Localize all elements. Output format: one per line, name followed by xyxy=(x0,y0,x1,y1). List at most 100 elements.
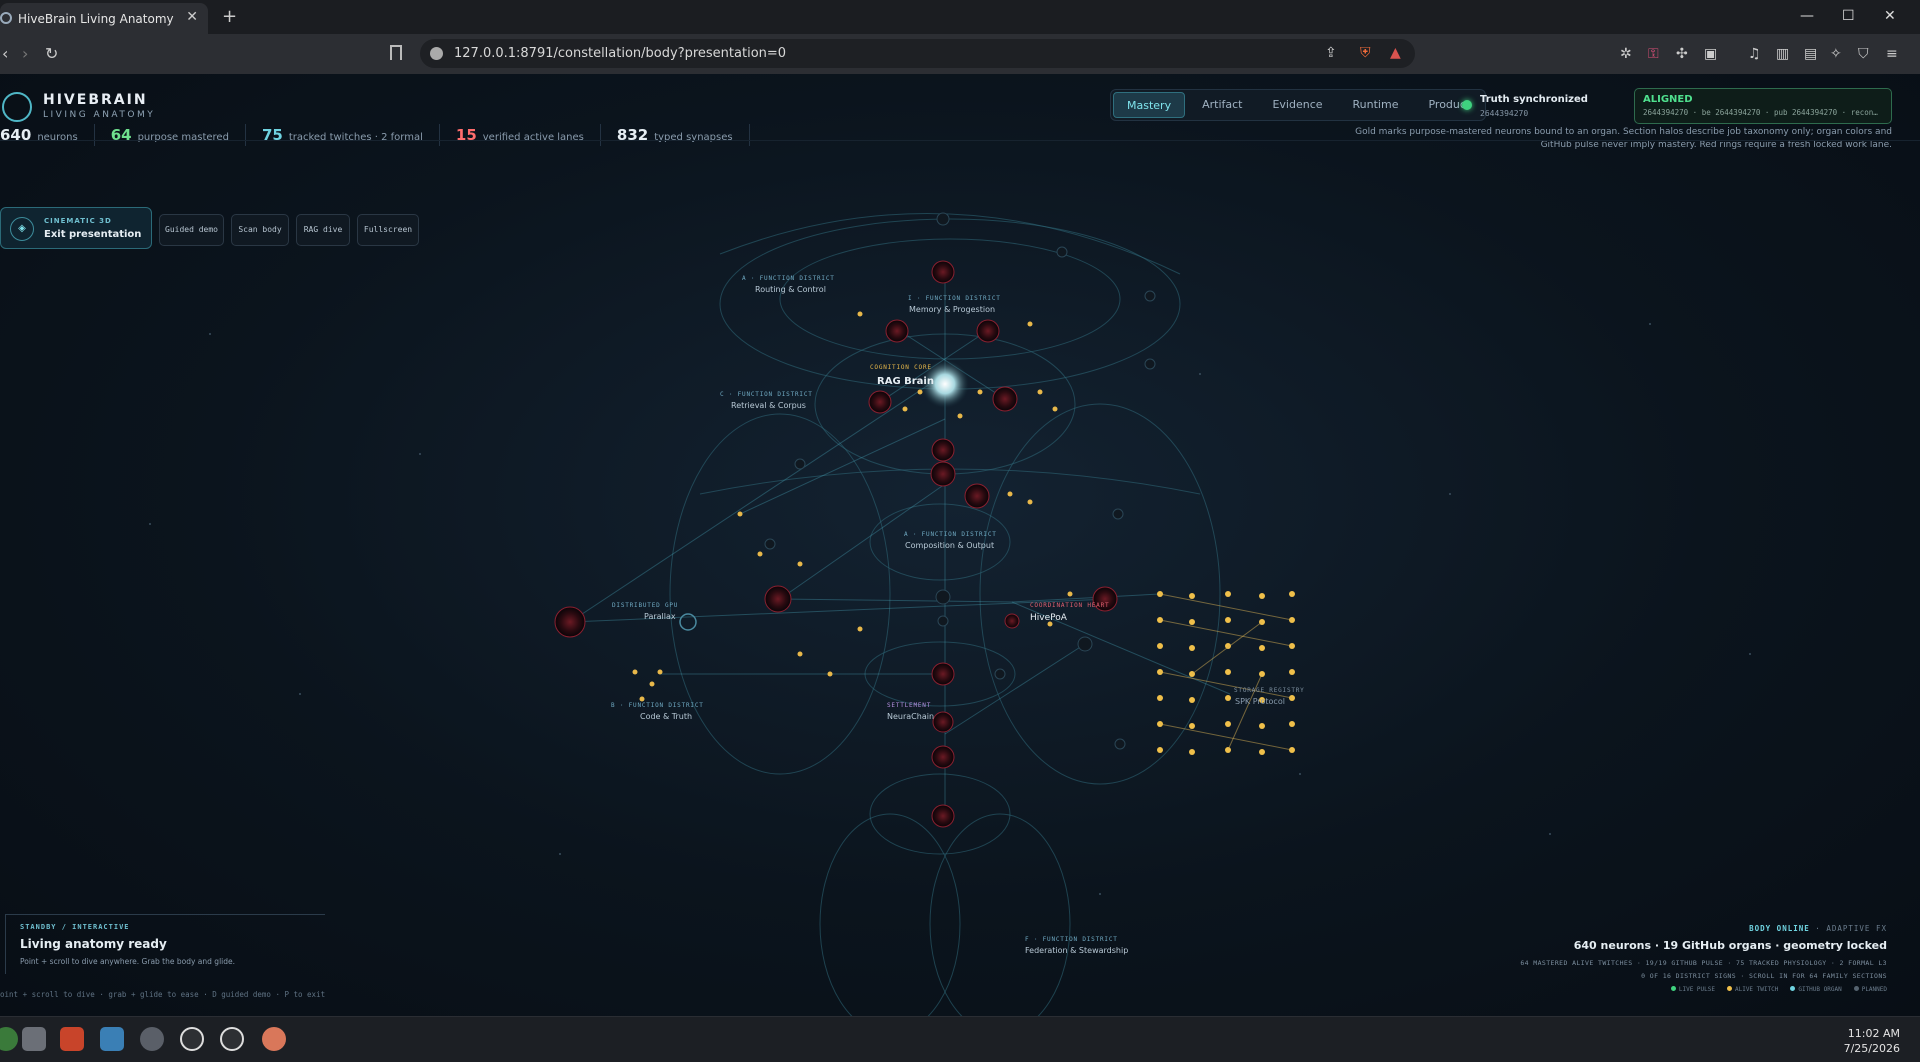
mode-tab-evidence[interactable]: Evidence xyxy=(1259,92,1335,118)
stat-synapses: 832 typed synapses xyxy=(617,124,750,146)
district-name[interactable]: Code & Truth xyxy=(640,712,692,721)
app-canvas[interactable]: A · FUNCTION DISTRICT Routing & Control … xyxy=(0,74,1920,1016)
mode-tab-mastery[interactable]: Mastery xyxy=(1113,92,1186,118)
back-icon[interactable]: ‹ xyxy=(2,44,8,63)
leo-ai-icon[interactable]: ✧ xyxy=(1830,46,1842,62)
district-name[interactable]: HivePoA xyxy=(1030,613,1068,623)
district-name[interactable]: Retrieval & Corpus xyxy=(731,401,806,410)
parallax-node[interactable] xyxy=(679,613,697,631)
district-name[interactable]: SPK Protocol xyxy=(1235,697,1285,706)
guided-demo-button[interactable]: Guided demo xyxy=(159,214,224,246)
stat-label: neurons xyxy=(37,132,78,143)
planned-icon xyxy=(1853,986,1859,991)
active-lane-nodes[interactable] xyxy=(554,260,1118,828)
district-key: B · FUNCTION DISTRICT xyxy=(611,702,704,709)
minimize-icon[interactable]: — xyxy=(1800,8,1814,24)
truth-status-title: Truth synchronized xyxy=(1480,94,1588,105)
truth-status-dot xyxy=(1462,100,1472,110)
aligned-detail: 2644394270 · be 2644394270 · pub 2644394… xyxy=(1643,108,1878,117)
district-key: COGNITION CORE xyxy=(870,364,932,371)
extensions-puzzle-icon[interactable]: ✣ xyxy=(1676,46,1688,62)
brave-rewards-icon[interactable]: ▲ xyxy=(1390,45,1401,61)
github-organ-icon xyxy=(1790,986,1796,991)
stat-value: 832 xyxy=(616,126,649,144)
stat-label: typed synapses xyxy=(654,132,733,143)
stats-bar: 640 neurons 64 purpose mastered 75 tracked … xyxy=(0,124,766,146)
district-key: A · FUNCTION DISTRICT xyxy=(742,275,835,282)
bookmark-icon[interactable] xyxy=(390,45,402,60)
vpn-icon[interactable]: ⛉ xyxy=(1858,46,1869,62)
aligned-badge[interactable]: ALIGNED 2644394270 · be 2644394270 · pub… xyxy=(1634,88,1892,124)
browser-toolbar: ‹ › ↻ 127.0.0.1:8791/constellation/body?… xyxy=(0,34,1920,74)
legend-label: ALIVE TWITCH xyxy=(1734,986,1779,993)
fullscreen-button[interactable]: Fullscreen xyxy=(357,214,419,246)
cinematic-icon: ◈ xyxy=(10,217,34,241)
legend-item: ALIVE TWITCH xyxy=(1726,986,1779,993)
browser-tab-bar: HiveBrain Living Anatomy ✕ + — ☐ ✕ xyxy=(0,0,1920,34)
exit-presentation-button[interactable]: ◈ CINEMATIC 3D Exit presentation xyxy=(0,207,152,249)
extension-icon-1[interactable]: ✲ xyxy=(1620,46,1632,62)
forward-icon[interactable]: › xyxy=(22,44,28,63)
legend-item: PLANNED xyxy=(1853,986,1887,993)
menu-icon[interactable]: ≡ xyxy=(1886,46,1898,62)
site-info-icon[interactable] xyxy=(430,47,443,60)
stat-mastered: 64 purpose mastered xyxy=(111,124,246,146)
district-name[interactable]: Composition & Output xyxy=(905,541,994,550)
extension-icon-2[interactable]: ⚿ xyxy=(1648,46,1659,62)
address-bar[interactable]: 127.0.0.1:8791/constellation/body?presen… xyxy=(420,39,1415,68)
district-key: SETTLEMENT xyxy=(887,702,931,709)
keyboard-hint: oint + scroll to dive · grab + glide to … xyxy=(0,990,326,999)
rag-dive-button[interactable]: RAG dive xyxy=(296,214,350,246)
maximize-icon[interactable]: ☐ xyxy=(1842,8,1855,24)
district-name[interactable]: Routing & Control xyxy=(755,285,826,294)
hivebrain-logo-icon xyxy=(2,92,32,122)
screenshot-icon[interactable]: ▣ xyxy=(1704,46,1717,62)
app-icon-6[interactable] xyxy=(220,1027,244,1051)
file-explorer-icon[interactable] xyxy=(22,1027,46,1051)
window-close-icon[interactable]: ✕ xyxy=(1884,8,1896,24)
district-key: COORDINATION HEART xyxy=(1030,602,1109,609)
district-name[interactable]: Parallax xyxy=(644,612,676,621)
mastered-neurons xyxy=(632,311,1073,702)
body-online-key-b: · ADAPTIVE FX xyxy=(1809,924,1887,933)
district-name[interactable]: Federation & Stewardship xyxy=(1025,946,1128,955)
standby-key: STANDBY / INTERACTIVE xyxy=(20,923,130,931)
body-online-meta-1: 64 MASTERED ALIVE TWITCHES · 19/19 GITHU… xyxy=(1520,959,1887,967)
chatgpt-icon[interactable] xyxy=(180,1027,204,1051)
browser-tab[interactable]: HiveBrain Living Anatomy ✕ xyxy=(0,3,208,34)
brave-shield-icon[interactable]: ⛨ xyxy=(1360,45,1371,61)
district-name[interactable]: NeuraChain xyxy=(887,712,934,721)
share-icon[interactable]: ⇪ xyxy=(1325,45,1337,61)
mode-tab-artifact[interactable]: Artifact xyxy=(1189,92,1255,118)
media-icon[interactable]: ♫ xyxy=(1748,46,1761,62)
url-text[interactable]: 127.0.0.1:8791/constellation/body?presen… xyxy=(454,46,786,61)
brand-title: HIVEBRAIN xyxy=(43,92,148,108)
claude-icon[interactable] xyxy=(262,1027,286,1051)
start-icon[interactable] xyxy=(0,1027,18,1051)
reload-icon[interactable]: ↻ xyxy=(45,44,58,63)
wallet-icon[interactable]: ▤ xyxy=(1804,46,1817,62)
district-key: F · FUNCTION DISTRICT xyxy=(1025,936,1118,943)
district-name[interactable]: Memory & Progestion xyxy=(909,305,995,314)
scan-body-button[interactable]: Scan body xyxy=(231,214,289,246)
system-clock[interactable]: 11:02 AM 7/25/2026 xyxy=(1844,1026,1900,1056)
district-name[interactable]: RAG Brain xyxy=(877,376,934,387)
new-tab-button[interactable]: + xyxy=(222,6,237,27)
clock-date: 7/25/2026 xyxy=(1843,1042,1900,1055)
body-online-key: BODY ONLINE · ADAPTIVE FX xyxy=(1520,924,1887,933)
sidebar-icon[interactable]: ▥ xyxy=(1776,46,1789,62)
legend-item: GITHUB ORGAN xyxy=(1790,986,1842,993)
tab-close-icon[interactable]: ✕ xyxy=(186,9,198,25)
mode-tab-product[interactable]: Product xyxy=(1415,92,1483,118)
brave-browser-icon[interactable] xyxy=(60,1027,84,1051)
mode-tab-runtime[interactable]: Runtime xyxy=(1340,92,1412,118)
app-icon-4[interactable] xyxy=(140,1027,164,1051)
legend-label: LIVE PULSE xyxy=(1678,986,1715,993)
legend-note: Gold marks purpose-mastered neurons boun… xyxy=(1355,127,1892,150)
header-divider xyxy=(0,140,1920,141)
cinematic-value: Exit presentation xyxy=(44,229,142,240)
notepad-icon[interactable] xyxy=(100,1027,124,1051)
stat-lanes: 15 verified active lanes xyxy=(456,124,601,146)
body-legend: LIVE PULSE ALIVE TWITCH GITHUB ORGAN PLA… xyxy=(1520,986,1887,993)
body-online-panel: BODY ONLINE · ADAPTIVE FX 640 neurons · … xyxy=(1520,924,1887,993)
